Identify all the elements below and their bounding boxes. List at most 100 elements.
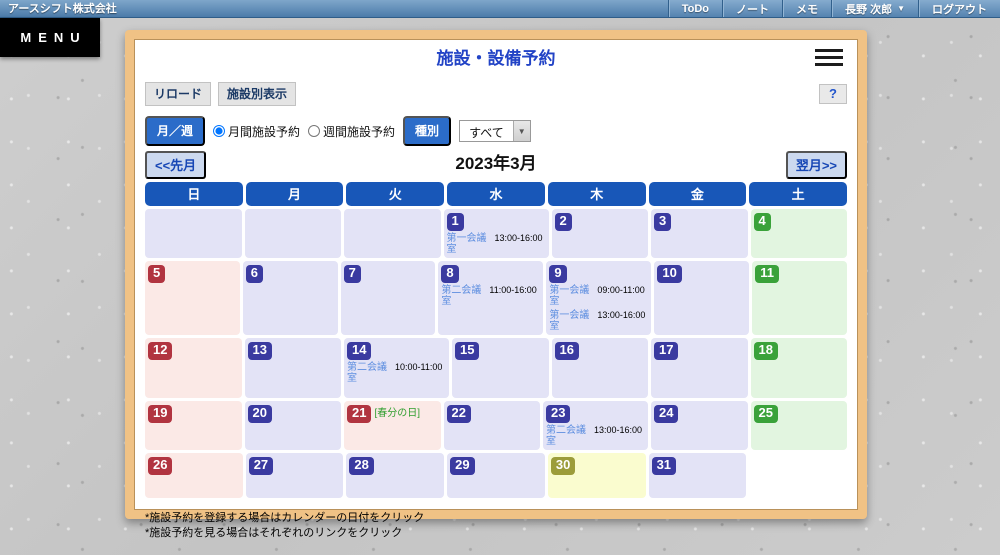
day-badge[interactable]: 10 [657, 264, 682, 283]
select-arrow-icon: ▼ [512, 121, 530, 141]
day-badge[interactable]: 31 [651, 456, 677, 475]
calendar-day-cell[interactable]: 10 [654, 260, 750, 335]
day-badge[interactable]: 27 [248, 456, 274, 475]
day-badge[interactable]: 16 [554, 341, 579, 360]
day-badge[interactable]: 24 [654, 404, 679, 423]
weekday-header-sat[interactable]: 土 [749, 182, 847, 206]
calendar-day-cell[interactable]: 2 [551, 209, 648, 258]
type-button[interactable]: 種別 [403, 116, 452, 146]
reload-button[interactable]: リロード [145, 82, 212, 106]
calendar-day-cell[interactable]: 25 [750, 400, 847, 450]
calendar-day-cell[interactable]: 5 [145, 260, 240, 335]
calendar-day-cell[interactable]: 30 [547, 452, 646, 498]
calendar: 日 月 火 水 木 金 土 1 第一会議室 13:00-16:00 2 3 4 5 6 7 8 第二… [145, 182, 847, 498]
calendar-day-cell[interactable]: 9 第一会議室 09:00-11:00 第一会議室 13:00-16:00 [546, 260, 652, 335]
calendar-day-cell[interactable]: 6 [242, 260, 338, 335]
calendar-day-cell[interactable]: 28 [346, 452, 445, 498]
calendar-day-cell[interactable]: 17 [651, 337, 748, 398]
reservation-link[interactable]: 第二会議室 [347, 362, 393, 385]
weekday-header-fri[interactable]: 金 [648, 182, 747, 206]
calendar-day-cell[interactable]: 7 [340, 260, 436, 335]
reservation-link[interactable]: 第一会議室 [447, 233, 493, 256]
day-badge[interactable]: 8 [441, 264, 459, 283]
calendar-day-cell[interactable]: 15 [452, 337, 549, 398]
day-badge[interactable]: 17 [654, 341, 679, 360]
day-badge[interactable]: 14 [347, 341, 372, 360]
day-badge[interactable]: 21 [347, 404, 372, 423]
calendar-day-cell[interactable]: 20 [244, 400, 341, 450]
note-button[interactable]: ノート [722, 0, 783, 17]
menu-button[interactable]: MENU [0, 18, 100, 57]
next-month-button[interactable]: 翌月>> [785, 151, 847, 179]
calendar-day-cell[interactable]: 3 [651, 209, 748, 258]
day-badge[interactable]: 29 [450, 456, 475, 475]
day-badge[interactable]: 3 [654, 213, 672, 231]
weekday-header-wed[interactable]: 水 [447, 182, 545, 206]
day-badge[interactable]: 28 [349, 456, 374, 475]
month-week-toggle-button[interactable]: 月／週 [145, 116, 206, 146]
weekday-header-tue[interactable]: 火 [346, 182, 445, 206]
day-badge[interactable]: 7 [343, 264, 361, 283]
day-badge[interactable]: 20 [247, 404, 272, 423]
day-badge[interactable]: 6 [245, 264, 264, 283]
day-badge[interactable]: 15 [455, 341, 480, 360]
prev-month-button[interactable]: <<先月 [145, 151, 207, 179]
calendar-day-cell[interactable]: 16 [551, 337, 648, 398]
calendar-day-cell[interactable]: 27 [245, 452, 344, 498]
memo-button[interactable]: メモ [782, 0, 832, 17]
day-badge[interactable]: 13 [247, 341, 272, 360]
calendar-day-cell[interactable]: 14 第二会議室 10:00-11:00 [344, 337, 449, 398]
day-badge[interactable]: 25 [753, 404, 778, 423]
calendar-day-cell[interactable]: 13 [244, 337, 341, 398]
calendar-day-cell[interactable]: 26 [145, 452, 243, 498]
calendar-day-cell[interactable]: 12 [145, 337, 242, 398]
month-navigation: <<先月 2023年3月 翌月>> [145, 151, 847, 179]
day-badge[interactable]: 9 [549, 264, 567, 283]
day-badge[interactable]: 2 [554, 213, 572, 231]
calendar-day-cell[interactable]: 23 第二会議室 13:00-16:00 [543, 400, 648, 450]
user-menu-button[interactable]: 長野 次郎 ▼ [831, 0, 918, 17]
radio-monthly-reservation[interactable]: 月間施設予約 [213, 123, 300, 140]
calendar-day-cell[interactable]: 31 [648, 452, 747, 498]
day-badge[interactable]: 30 [550, 456, 576, 475]
logout-button[interactable]: ログアウト [918, 0, 1000, 17]
calendar-day-cell[interactable]: 11 [752, 260, 847, 335]
calendar-day-cell[interactable]: 24 [651, 400, 748, 450]
weekday-header-mon[interactable]: 月 [245, 182, 344, 206]
weekday-header-thu[interactable]: 木 [547, 182, 646, 206]
calendar-day-cell[interactable]: 18 [750, 337, 847, 398]
help-button[interactable]: ? [819, 84, 847, 104]
radio-monthly-input[interactable] [213, 125, 226, 137]
calendar-day-cell[interactable]: 29 [447, 452, 545, 498]
day-badge[interactable]: 12 [148, 341, 173, 360]
day-badge[interactable]: 5 [148, 264, 166, 283]
day-badge[interactable]: 1 [446, 213, 464, 231]
todo-button[interactable]: ToDo [667, 0, 723, 17]
calendar-day-cell[interactable]: 19 [145, 400, 242, 450]
type-select[interactable]: すべて ▼ [459, 120, 531, 142]
day-badge[interactable]: 11 [755, 264, 779, 283]
radio-weekly-reservation[interactable]: 週間施設予約 [308, 123, 395, 140]
reservation-link[interactable]: 第一会議室 [549, 310, 595, 333]
calendar-day-cell[interactable]: 1 第一会議室 13:00-16:00 [443, 209, 549, 258]
calendar-day-cell[interactable]: 21 [春分の日] [344, 400, 441, 450]
hamburger-menu-icon[interactable] [815, 49, 843, 70]
radio-weekly-input[interactable] [308, 125, 321, 137]
day-badge[interactable]: 23 [546, 404, 571, 423]
day-badge[interactable]: 18 [753, 341, 778, 360]
day-badge[interactable]: 26 [148, 456, 173, 475]
day-badge[interactable]: 19 [148, 404, 173, 423]
facility-view-button[interactable]: 施設別表示 [218, 82, 297, 106]
reservation-link[interactable]: 第二会議室 [546, 425, 592, 448]
reservation-entry: 第一会議室 09:00-11:00 [549, 285, 649, 308]
calendar-day-cell[interactable]: 8 第二会議室 11:00-16:00 [438, 260, 544, 335]
day-badge[interactable]: 22 [446, 404, 471, 423]
day-badge[interactable]: 4 [753, 213, 771, 231]
reservation-time: 13:00-16:00 [494, 232, 543, 243]
reservation-link[interactable]: 第二会議室 [441, 285, 487, 308]
calendar-week-row: 19 20 21 [春分の日] 22 23 第二会議室 13:00-16:00 24 25 [145, 400, 847, 450]
calendar-day-cell[interactable]: 22 [443, 400, 540, 450]
calendar-day-cell[interactable]: 4 [750, 209, 847, 258]
weekday-header-sun[interactable]: 日 [145, 182, 243, 206]
reservation-link[interactable]: 第一会議室 [549, 285, 595, 308]
